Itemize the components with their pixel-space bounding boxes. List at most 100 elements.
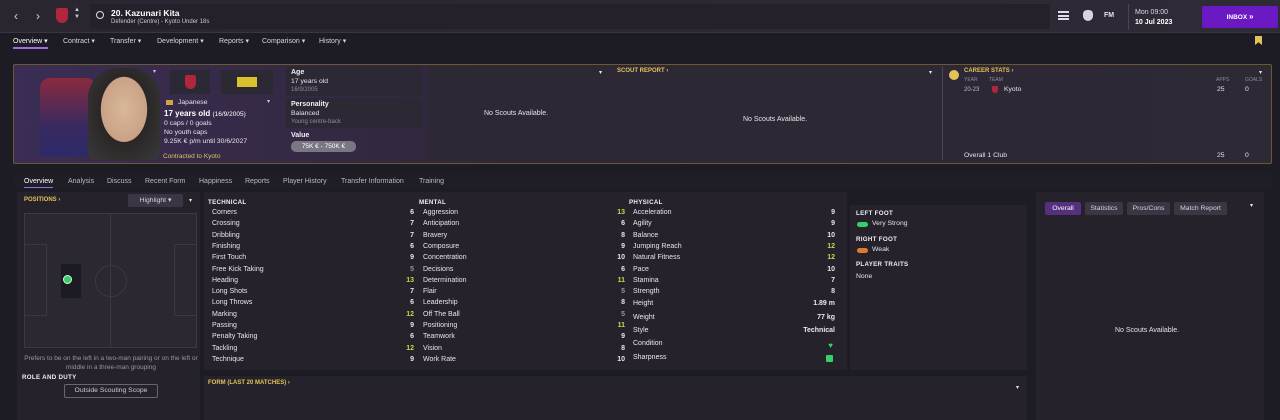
highlight-dropdown[interactable]: Highlight ▾ [128, 194, 183, 207]
subtab-analysis[interactable]: Analysis [68, 178, 94, 185]
attribute-row[interactable]: First Touch 9 [212, 254, 414, 265]
subtab-discuss[interactable]: Discuss [107, 178, 132, 185]
attribute-name: Heading [212, 276, 239, 284]
sponsor-logo-icon [237, 77, 257, 87]
attribute-row[interactable]: Bravery 8 [423, 232, 625, 243]
attribute-row[interactable]: Anticipation 6 [423, 220, 625, 231]
attribute-row[interactable]: Pace 10 [633, 266, 835, 277]
outside-scouting-scope-button[interactable]: Outside Scouting Scope [64, 384, 158, 398]
attribute-row[interactable]: Marking 12 [212, 311, 414, 322]
back-arrow-icon[interactable]: ‹ [9, 8, 23, 24]
chevron-down-icon[interactable]: ▾ [1259, 69, 1262, 76]
contracted-to[interactable]: Contracted to Kyoto [163, 153, 220, 160]
attribute-row[interactable]: Finishing 6 [212, 243, 414, 254]
attribute-row[interactable]: Balance 10 [633, 232, 835, 243]
tab-history[interactable]: History ▾ [319, 37, 346, 45]
attribute-row[interactable]: Positioning 11 [423, 322, 625, 333]
forward-arrow-icon[interactable]: › [31, 8, 45, 24]
scout-report-link[interactable]: SCOUT REPORT › [617, 68, 668, 74]
tab-comparison[interactable]: Comparison ▾ [262, 37, 305, 45]
attribute-row[interactable]: Corners 6 [212, 209, 414, 220]
attribute-row[interactable]: Jumping Reach 12 [633, 243, 835, 254]
value-range[interactable]: 75K € - 750K € [291, 141, 356, 152]
attribute-row[interactable]: Acceleration 9 [633, 209, 835, 220]
chevron-down-icon[interactable]: ▾ [599, 69, 602, 76]
attribute-row[interactable]: Work Rate 10 [423, 356, 625, 367]
attribute-row[interactable]: Agility 9 [633, 220, 835, 231]
subtab-overview[interactable]: Overview [24, 178, 54, 188]
attribute-row[interactable]: Dribbling 7 [212, 232, 414, 243]
attribute-row[interactable]: Long Throws 6 [212, 299, 414, 310]
attribute-row[interactable]: Heading 13 [212, 277, 414, 288]
report-tab-pros-cons[interactable]: Pros/Cons [1127, 202, 1170, 215]
chevron-down-icon[interactable]: ▾ [929, 69, 932, 76]
attribute-row[interactable]: Technique 9 [212, 356, 414, 367]
attribute-name: Passing [212, 322, 237, 329]
tab-development[interactable]: Development ▾ [157, 37, 204, 45]
attribute-row[interactable]: Decisions 6 [423, 266, 625, 277]
attribute-row[interactable]: Long Shots 7 [212, 288, 414, 299]
attribute-row[interactable]: Leadership 8 [423, 299, 625, 310]
attribute-row[interactable]: Aggression 13 [423, 209, 625, 220]
trophy-icon [949, 70, 959, 80]
chevron-down-icon[interactable]: ▾ [267, 98, 270, 105]
attribute-row[interactable]: Strength 8 [633, 288, 835, 299]
search-bar[interactable] [90, 4, 1050, 29]
attribute-row[interactable]: Natural Fitness 12 [633, 254, 835, 265]
chevron-down-icon[interactable]: ▾ [153, 68, 156, 75]
inbox-button[interactable]: INBOX » [1202, 6, 1278, 28]
subtab-happiness[interactable]: Happiness [199, 178, 232, 185]
menu-icon[interactable] [1058, 11, 1069, 20]
feet-panel [850, 205, 1027, 370]
boot-icon [857, 248, 868, 253]
attribute-value: 12 [827, 242, 835, 250]
role-description: Young centre-back [291, 119, 341, 125]
search-icon[interactable] [96, 11, 104, 19]
col-apps: APPS [1216, 77, 1230, 83]
tab-reports[interactable]: Reports ▾ [219, 37, 249, 45]
current-date[interactable]: 10 Jul 2023 [1135, 19, 1172, 26]
attribute-name: Concentration [423, 254, 467, 262]
career-team[interactable]: Kyoto [1004, 86, 1021, 93]
club-switch-icon[interactable]: ▲ ▼ [74, 7, 80, 21]
attribute-row[interactable]: Teamwork 9 [423, 333, 625, 344]
attribute-row[interactable]: Free Kick Taking 5 [212, 266, 414, 277]
subtab-transfer-information[interactable]: Transfer Information [341, 178, 404, 185]
subtab-recent-form[interactable]: Recent Form [145, 178, 185, 185]
club-logo-icon[interactable] [1083, 10, 1093, 21]
form-link[interactable]: FORM (LAST 20 MATCHES) › [208, 380, 290, 386]
attribute-value: 5 [621, 288, 625, 296]
tab-transfer[interactable]: Transfer ▾ [110, 37, 141, 45]
fm-icon[interactable]: FM [1104, 12, 1114, 19]
attribute-row[interactable]: Vision 8 [423, 345, 625, 356]
club-crest-icon[interactable] [56, 8, 68, 23]
attribute-row[interactable]: Determination 11 [423, 277, 625, 288]
attribute-row[interactable]: Tackling 12 [212, 345, 414, 356]
subtab-player-history[interactable]: Player History [283, 178, 327, 185]
report-tab-statistics[interactable]: Statistics [1085, 202, 1123, 215]
kit-sponsor-card[interactable] [221, 70, 273, 94]
form-panel [204, 376, 1027, 420]
career-stats-link[interactable]: CAREER STATS › [964, 68, 1013, 74]
club-badge-card[interactable] [170, 70, 210, 94]
chevron-down-icon[interactable]: ▾ [1250, 202, 1253, 209]
attribute-value: 7 [410, 220, 414, 228]
attribute-row[interactable]: Off The Ball 5 [423, 311, 625, 322]
attribute-row[interactable]: Stamina 7 [633, 277, 835, 288]
subtab-training[interactable]: Training [419, 178, 444, 185]
chevron-down-icon[interactable]: ▾ [189, 197, 192, 204]
tab-contract[interactable]: Contract ▾ [63, 37, 95, 45]
attribute-row[interactable]: Concentration 10 [423, 254, 625, 265]
attribute-row[interactable]: Passing 9 [212, 322, 414, 333]
subtab-reports[interactable]: Reports [245, 178, 270, 185]
positions-link[interactable]: POSITIONS › [24, 197, 60, 203]
attribute-row[interactable]: Composure 9 [423, 243, 625, 254]
report-tab-match-report[interactable]: Match Report [1174, 202, 1227, 215]
position-marker[interactable] [63, 275, 72, 284]
attribute-row[interactable]: Flair 5 [423, 288, 625, 299]
attribute-row[interactable]: Penalty Taking 6 [212, 333, 414, 344]
report-tab-overall[interactable]: Overall [1045, 202, 1081, 215]
tab-overview[interactable]: Overview ▾ [13, 37, 48, 49]
attribute-row[interactable]: Crossing 7 [212, 220, 414, 231]
chevron-down-icon[interactable]: ▾ [1016, 384, 1019, 391]
